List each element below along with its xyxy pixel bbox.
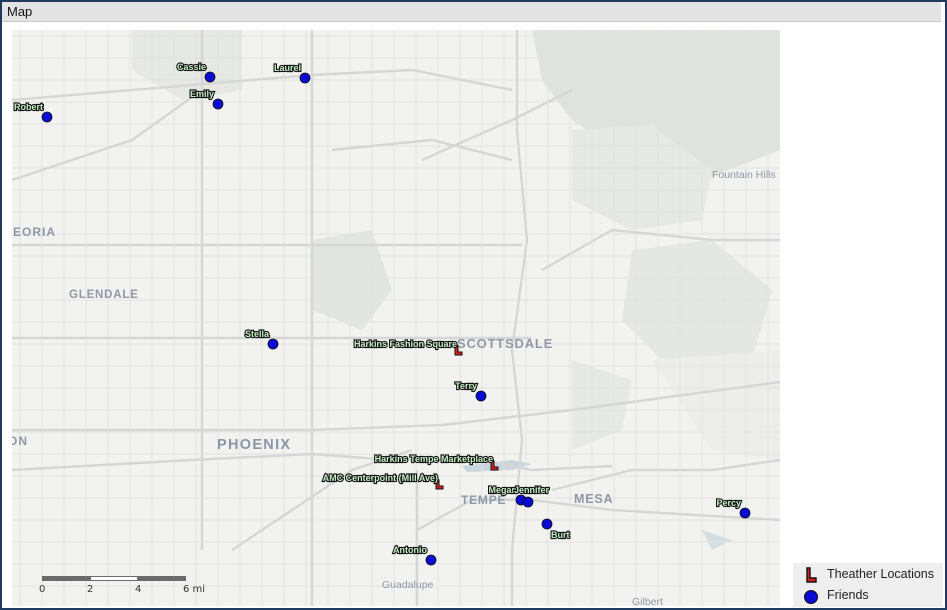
scale-segment (138, 576, 186, 581)
scale-label: 2 (87, 584, 94, 595)
friend-marker-laurel[interactable] (299, 72, 311, 84)
map-overlays: Harkins Fashion Square Harkins Tempe Mark… (13, 61, 751, 566)
friend-marker-terry[interactable] (475, 390, 487, 402)
theater-label-1: Harkins Fashion Square (354, 339, 457, 349)
friend-label-percy: Percy (716, 498, 741, 508)
friend-label-laurel: Laurel (274, 63, 301, 73)
theater-label-3: AMC Centerpoint (Mill Ave) (323, 473, 438, 483)
title-bar: Map (2, 2, 941, 22)
legend-label-theaters: Theather Locations (827, 567, 935, 581)
friend-label-stella: Stella (245, 329, 270, 339)
friend-marker-robert[interactable] (41, 111, 53, 123)
legend-item-friends: Friends (793, 586, 943, 606)
scale-segment (42, 576, 90, 581)
window-title: Map (7, 4, 33, 19)
theater-label-2: Harkins Tempe Marketplace (375, 454, 493, 464)
friend-label-antonio: Antonio (393, 545, 427, 555)
legend-label-friends: Friends (827, 588, 869, 602)
map-legend: Theather Locations Friends (793, 563, 943, 607)
friend-marker-icon (804, 590, 818, 604)
friend-marker-stella[interactable] (267, 338, 279, 350)
friend-label-cassie: Cassie (177, 62, 206, 72)
friend-marker-burt[interactable] (541, 518, 553, 530)
friend-marker-cassie[interactable] (204, 71, 216, 83)
scale-segment (90, 576, 138, 581)
friend-label-robert: Robert (14, 102, 43, 112)
friend-marker-emily[interactable] (212, 98, 224, 110)
theater-marker-icon (806, 567, 817, 583)
friend-label-emily: Emily (190, 89, 214, 99)
scale-label: 0 (39, 584, 46, 595)
friend-marker-antonio[interactable] (425, 554, 437, 566)
friend-marker-jennifer[interactable] (522, 496, 534, 508)
scale-label: 4 (135, 584, 142, 595)
friend-label-jennifer: Jennifer (514, 485, 550, 495)
friend-label-terry: Terry (455, 381, 477, 391)
scale-label: 6 mi (183, 584, 206, 595)
friend-label-megan: Megan (488, 485, 517, 495)
friend-label-burt: Burt (551, 530, 570, 540)
legend-item-theaters: Theather Locations (793, 565, 943, 585)
scale-bar: 0 2 4 6 mi (39, 576, 212, 598)
map-canvas[interactable]: PEORIA GLENDALE PHOENIX SCOTTSDALE TEMPE… (12, 30, 780, 606)
friend-marker-percy[interactable] (739, 507, 751, 519)
